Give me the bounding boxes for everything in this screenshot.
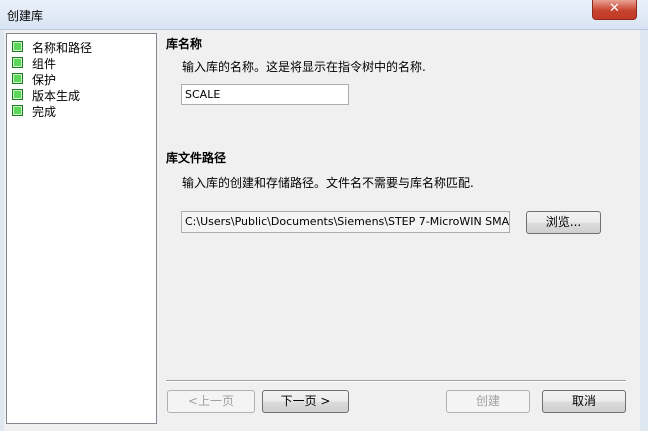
next-page-button[interactable]: 下一页 > — [262, 390, 349, 413]
wizard-steps-sidebar: 名称和路径 组件 保护 版本生成 完成 — [6, 33, 157, 424]
window-frame-right — [640, 30, 648, 431]
step-status-icon — [12, 89, 23, 100]
library-path-description: 输入库的创建和存储路径。文件名不需要与库名称匹配. — [182, 176, 474, 190]
sidebar-item-label: 保护 — [32, 73, 57, 87]
library-name-heading: 库名称 — [166, 37, 203, 51]
step-status-icon — [12, 41, 23, 52]
cancel-button[interactable]: 取消 — [542, 390, 626, 413]
browse-button[interactable]: 浏览... — [526, 211, 601, 234]
library-name-input[interactable]: SCALE — [181, 84, 349, 105]
window-title: 创建库 — [7, 9, 44, 23]
window-frame-left — [0, 30, 4, 431]
step-status-icon — [12, 73, 23, 84]
sidebar-item-label: 组件 — [32, 57, 57, 71]
title-bar: 创建库 ✕ — [0, 0, 648, 30]
footer-divider — [166, 380, 626, 382]
step-status-icon — [12, 57, 23, 68]
close-icon: ✕ — [609, 1, 620, 16]
previous-page-button[interactable]: <上一页 — [167, 390, 255, 413]
library-name-description: 输入库的名称。这是将显示在指令树中的名称. — [182, 60, 426, 74]
sidebar-item-label: 版本生成 — [32, 89, 81, 103]
library-path-heading: 库文件路径 — [166, 151, 227, 165]
sidebar-item-label: 完成 — [32, 105, 57, 119]
sidebar-item-label: 名称和路径 — [32, 41, 93, 55]
create-button[interactable]: 创建 — [446, 390, 530, 413]
step-status-icon — [12, 105, 23, 116]
library-path-input[interactable]: C:\Users\Public\Documents\Siemens\STEP 7… — [181, 211, 510, 233]
close-button[interactable]: ✕ — [592, 0, 637, 20]
